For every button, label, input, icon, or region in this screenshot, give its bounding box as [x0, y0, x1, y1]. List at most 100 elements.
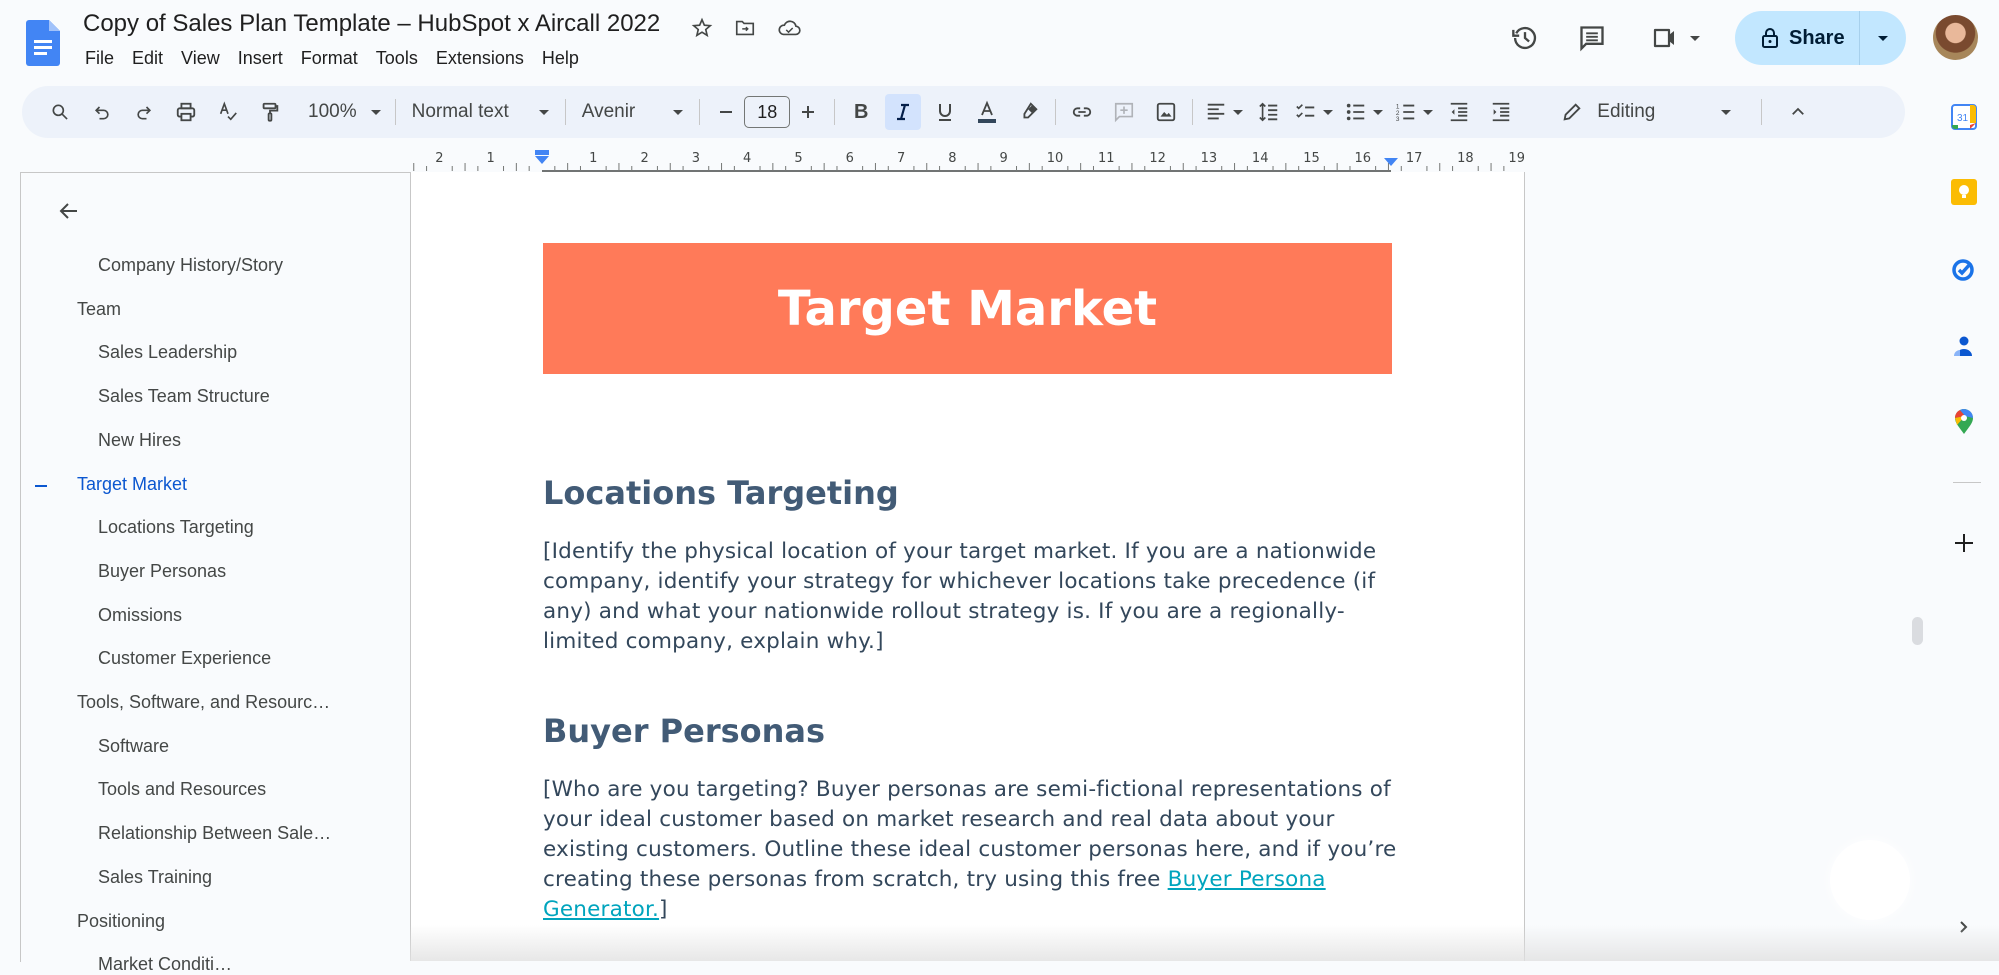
ruler-label: 6 [846, 151, 854, 166]
ruler-label: 7 [897, 151, 905, 166]
outline-item[interactable]: Relationship Between Sale… [98, 823, 331, 844]
increase-indent-icon[interactable] [1483, 94, 1519, 130]
paint-format-icon[interactable] [252, 94, 288, 130]
outline-item[interactable]: Team [77, 299, 121, 320]
calendar-icon[interactable]: 31 [1947, 100, 1981, 134]
spellcheck-icon[interactable] [210, 94, 246, 130]
ruler-label: 8 [948, 151, 956, 166]
decrease-indent-icon[interactable] [1441, 94, 1477, 130]
editing-mode-select[interactable]: Editing [1553, 94, 1739, 130]
maps-icon[interactable] [1947, 404, 1981, 438]
outline-item[interactable]: Tools, Software, and Resourc… [77, 692, 330, 713]
menu-file[interactable]: File [76, 46, 123, 71]
insert-link-icon[interactable] [1064, 94, 1100, 130]
menu-insert[interactable]: Insert [229, 46, 292, 71]
collapse-minus-icon[interactable] [35, 484, 47, 487]
search-menus-icon[interactable] [42, 94, 78, 130]
menu-view[interactable]: View [172, 46, 229, 71]
text-color-icon[interactable] [969, 94, 1005, 130]
undo-icon[interactable] [84, 94, 120, 130]
menu-help[interactable]: Help [533, 46, 588, 71]
menu-tools[interactable]: Tools [367, 46, 427, 71]
outline-item[interactable]: Omissions [98, 605, 182, 626]
zoom-select[interactable]: 100% [302, 94, 387, 130]
ruler-label: 15 [1303, 151, 1320, 166]
outline-item[interactable]: Tools and Resources [98, 779, 266, 800]
keep-icon[interactable] [1947, 175, 1981, 209]
numbered-list-icon: 123 [1396, 103, 1415, 123]
outline-item[interactable]: New Hires [98, 430, 181, 451]
font-family-select[interactable]: Avenir [574, 94, 692, 130]
account-avatar[interactable] [1933, 15, 1978, 60]
cloud-saved-icon[interactable] [775, 14, 803, 42]
get-add-ons-plus-icon[interactable] [1947, 526, 1981, 560]
contacts-icon[interactable] [1947, 330, 1981, 364]
underline-icon[interactable] [927, 94, 963, 130]
outline-item[interactable]: Sales Leadership [98, 342, 237, 363]
insert-image-icon[interactable] [1148, 94, 1184, 130]
paragraph-style-select[interactable]: Normal text [404, 94, 557, 130]
toolbar-divider [699, 99, 701, 125]
comments-icon[interactable] [1572, 18, 1612, 58]
increase-font-size-button[interactable] [790, 94, 826, 130]
outline-item[interactable]: Locations Targeting [98, 517, 254, 538]
menu-extensions[interactable]: Extensions [427, 46, 533, 71]
chevron-down-icon [1877, 35, 1888, 41]
highlight-color-icon[interactable] [1011, 94, 1047, 130]
meet-button[interactable] [1646, 18, 1706, 58]
add-comment-icon[interactable] [1106, 94, 1142, 130]
ruler-label: 10 [1047, 151, 1064, 166]
ruler-label: 12 [1149, 151, 1166, 166]
floating-action-button[interactable] [1830, 840, 1910, 920]
print-icon[interactable] [168, 94, 204, 130]
outline-item[interactable]: Target Market [77, 474, 187, 495]
hide-menus-icon[interactable] [1780, 94, 1816, 130]
close-outline-back-icon[interactable] [53, 195, 85, 227]
move-folder-icon[interactable] [731, 14, 759, 42]
bulleted-list-icon [1347, 103, 1365, 121]
ruler-label: 18 [1457, 151, 1474, 166]
share-dropdown[interactable] [1860, 11, 1906, 65]
show-side-panel-chevron-icon[interactable] [1947, 910, 1981, 944]
outline-item[interactable]: Market Conditi… [98, 954, 232, 975]
horizontal-ruler[interactable]: 2 1 1 2 3 4 5 6 7 8 9 10 11 12 13 14 15 16 17 18 19 [410, 148, 1524, 172]
menu-format[interactable]: Format [292, 46, 367, 71]
redo-icon[interactable] [126, 94, 162, 130]
chevron-down-icon [370, 109, 381, 115]
decrease-font-size-button[interactable] [708, 94, 744, 130]
outline-item[interactable]: Positioning [77, 911, 165, 932]
ruler-label: 19 [1508, 151, 1524, 166]
italic-icon[interactable] [885, 94, 922, 130]
menu-edit[interactable]: Edit [123, 46, 172, 71]
vertical-scrollbar-thumb[interactable] [1912, 617, 1923, 645]
numbered-list-select[interactable]: 123 [1391, 94, 1437, 130]
outline-item[interactable]: Company History/Story [98, 255, 283, 276]
font-size-input[interactable]: 18 [744, 96, 791, 128]
docs-logo-icon[interactable] [26, 20, 60, 66]
tasks-icon[interactable] [1947, 252, 1981, 286]
font-family-value: Avenir [581, 101, 636, 122]
outline-item[interactable]: Sales Team Structure [98, 386, 270, 407]
line-spacing-icon[interactable] [1251, 94, 1287, 130]
version-history-icon[interactable] [1505, 18, 1545, 58]
ruler-label: 16 [1355, 151, 1372, 166]
chevron-down-icon [1323, 109, 1334, 115]
paragraph-text-end: ] [659, 897, 668, 922]
outline-item[interactable]: Software [98, 736, 169, 757]
bulleted-list-select[interactable] [1341, 94, 1387, 130]
bold-icon[interactable]: B [843, 94, 879, 130]
chevron-down-icon [538, 109, 549, 115]
checklist-select[interactable] [1291, 94, 1337, 130]
align-select[interactable] [1201, 94, 1247, 130]
document-page[interactable]: Target Market Locations Targeting [Ident… [410, 172, 1525, 961]
zoom-value: 100% [308, 101, 357, 122]
share-button[interactable]: Share [1735, 11, 1860, 65]
outline-item[interactable]: Customer Experience [98, 648, 271, 669]
paragraph-locations-targeting: [Identify the physical location of your … [543, 539, 1377, 654]
toolbar-divider [1055, 99, 1057, 125]
star-icon[interactable] [688, 14, 716, 42]
document-title[interactable]: Copy of Sales Plan Template – HubSpot x … [83, 10, 660, 38]
outline-item[interactable]: Buyer Personas [98, 561, 226, 582]
outline-item[interactable]: Sales Training [98, 867, 212, 888]
chevron-down-icon [1233, 109, 1244, 115]
